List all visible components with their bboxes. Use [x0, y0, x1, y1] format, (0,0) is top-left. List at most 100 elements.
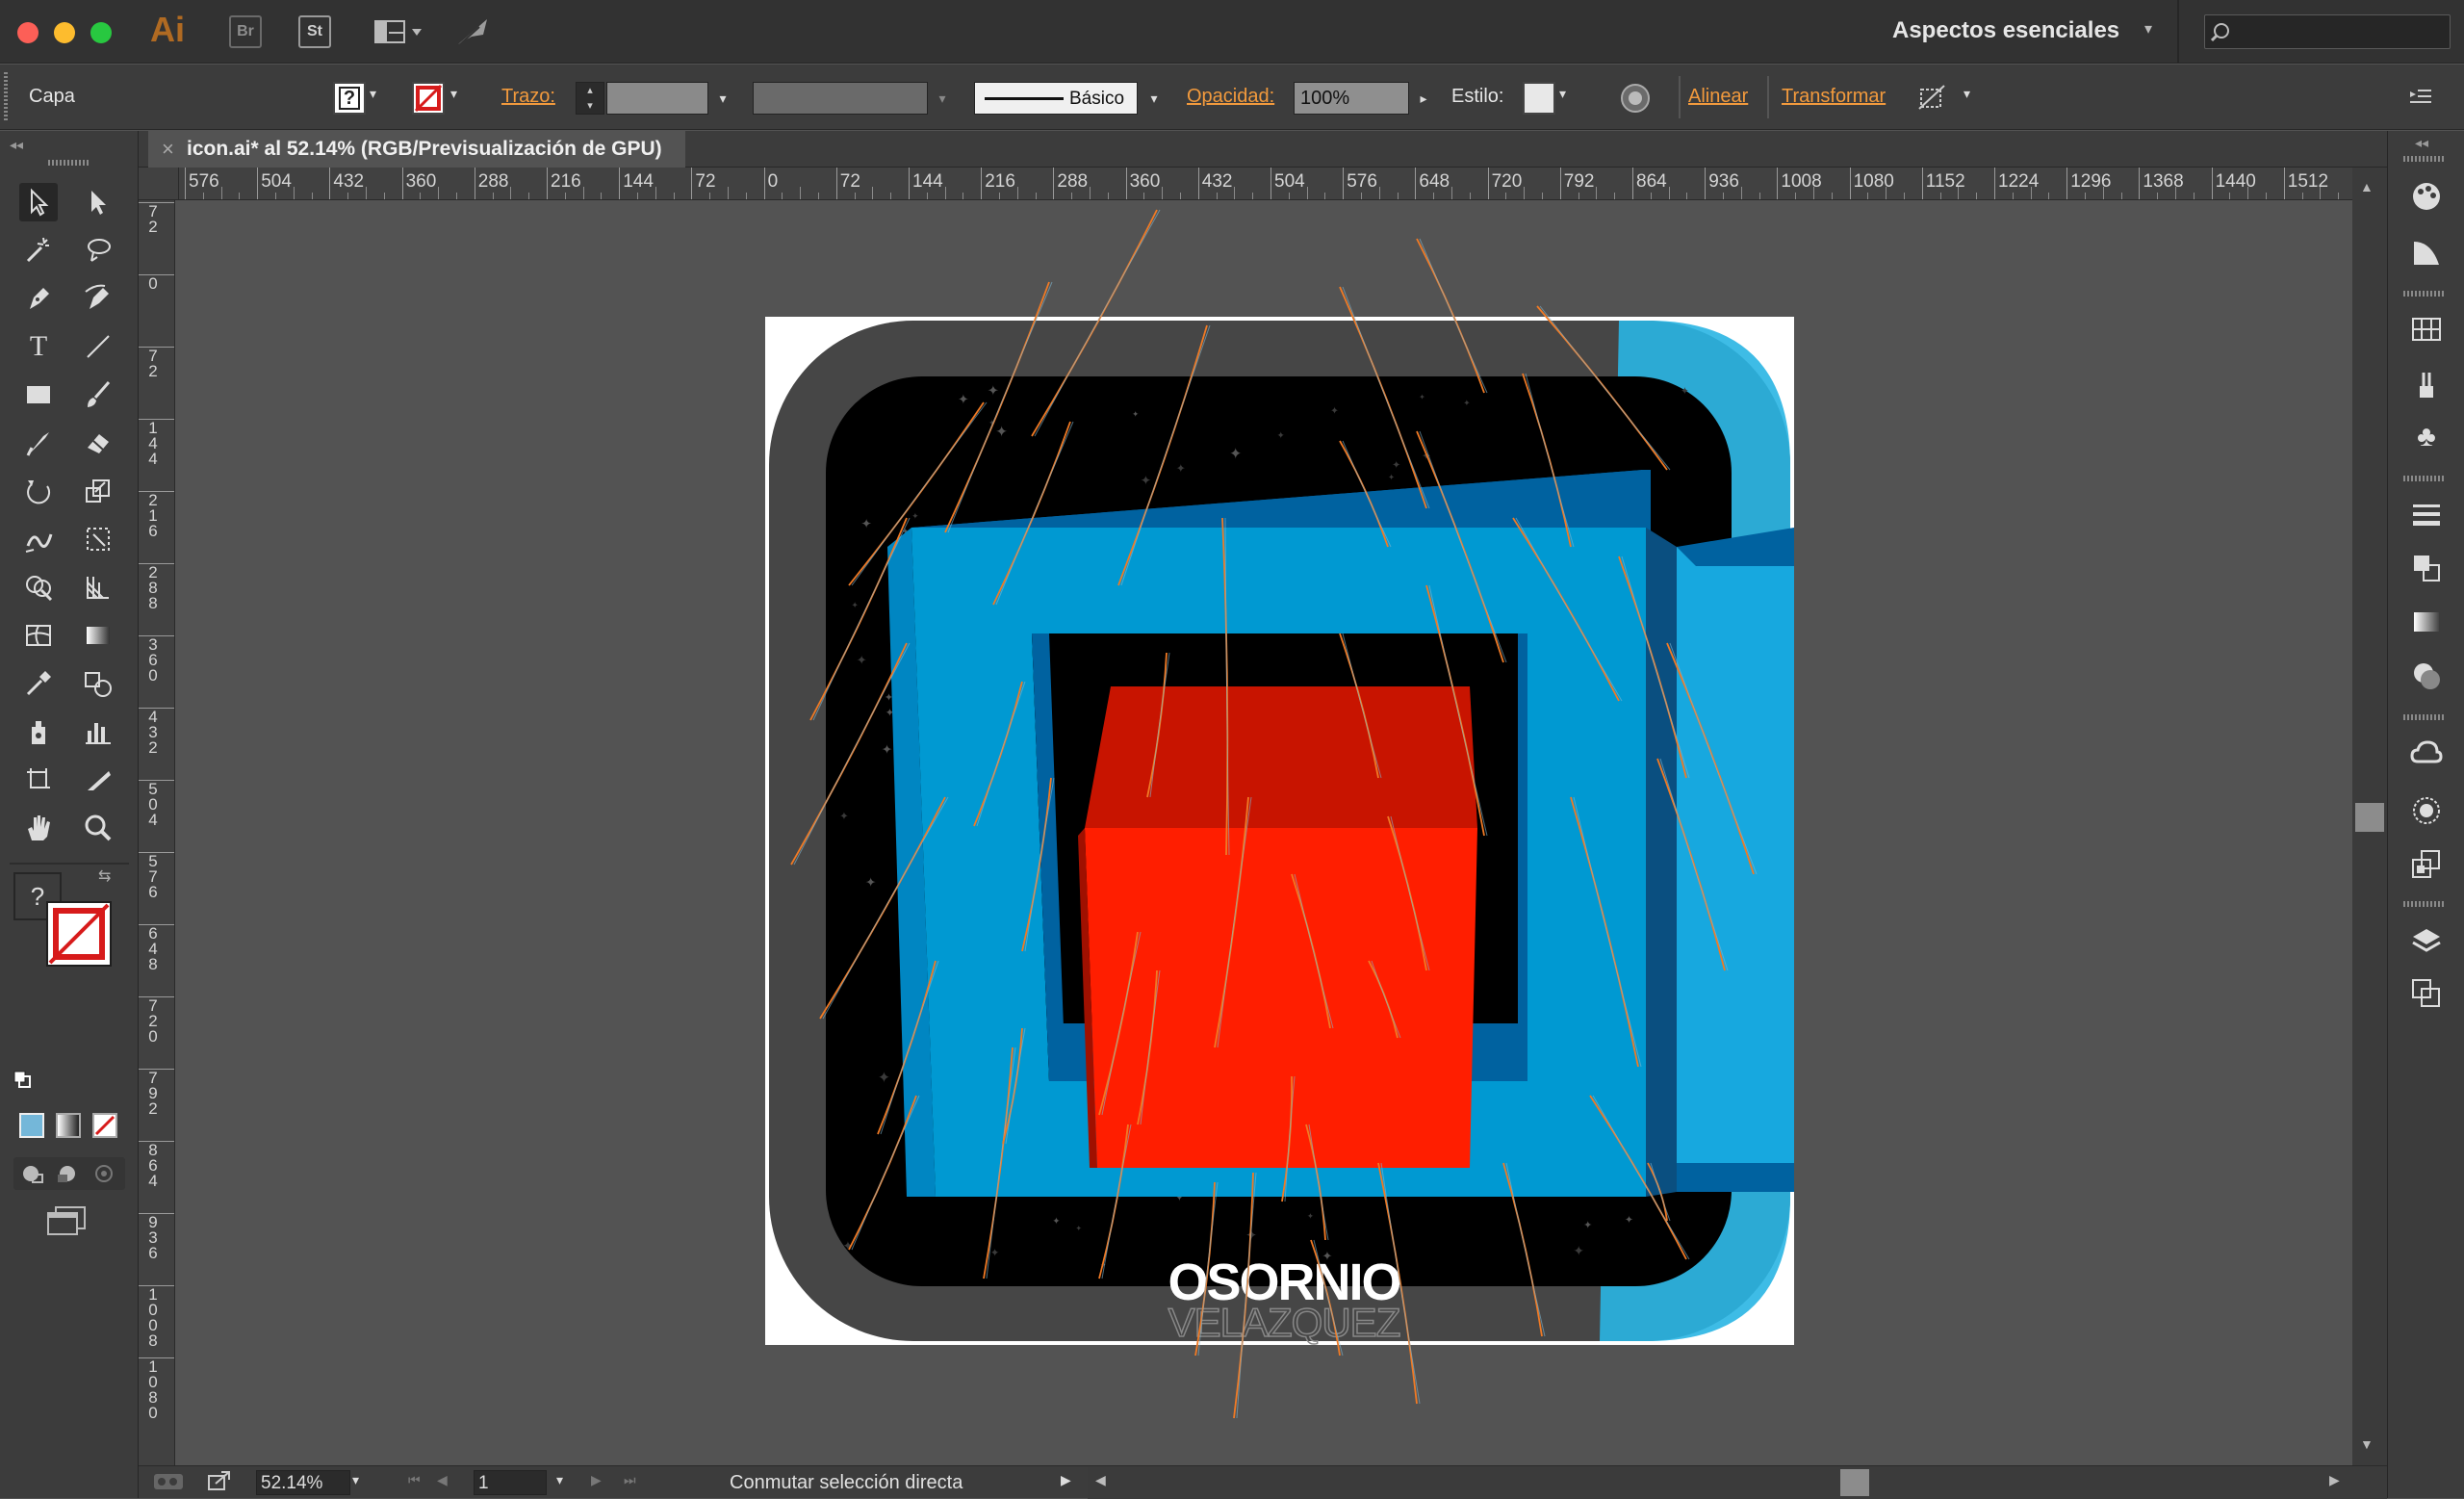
chevron-down-icon[interactable]: ▾ — [370, 86, 376, 102]
status-menu-arrow[interactable]: ▶ — [1061, 1472, 1071, 1488]
transparency-panel-icon[interactable] — [2405, 547, 2448, 589]
horizontal-scrollbar[interactable]: ◀ ▶ — [1088, 1466, 2387, 1499]
draw-inside-icon[interactable] — [92, 1163, 116, 1184]
chevron-down-icon[interactable]: ▾ — [352, 1472, 359, 1488]
scroll-left-icon[interactable]: ◀ — [1095, 1472, 1106, 1488]
horizontal-ruler[interactable]: 576 504 432 360 288 216 144 72 0 72 144 216 288 360 43… — [179, 168, 2352, 200]
pathfinder-panel-icon[interactable] — [2405, 972, 2448, 1015]
free-transform-tool-icon[interactable] — [79, 520, 117, 558]
creative-cloud-libraries-icon[interactable] — [2405, 734, 2448, 776]
column-graph-tool-icon[interactable] — [79, 712, 117, 751]
vertical-scrollbar[interactable]: ▲ ▼ — [2352, 168, 2387, 1465]
scroll-right-icon[interactable]: ▶ — [2329, 1472, 2340, 1488]
close-window-button[interactable] — [17, 22, 38, 43]
shape-builder-tool-icon[interactable] — [19, 568, 58, 607]
stroke-weight-input[interactable] — [606, 82, 708, 115]
direct-selection-tool-icon[interactable] — [79, 183, 117, 221]
chevron-down-icon[interactable]: ▾ — [1559, 86, 1566, 102]
layers-panel-icon[interactable] — [2405, 920, 2448, 963]
ruler-origin[interactable] — [139, 168, 179, 200]
opacity-panel-link[interactable]: Opacidad: — [1187, 86, 1274, 108]
collapse-panel-icon[interactable]: ◂◂ — [10, 137, 23, 153]
mesh-tool-icon[interactable] — [19, 616, 58, 655]
minimize-window-button[interactable] — [54, 22, 75, 43]
scroll-down-icon[interactable]: ▼ — [2360, 1436, 2374, 1452]
close-tab-icon[interactable]: × — [162, 131, 174, 168]
zoom-tool-icon[interactable] — [79, 809, 117, 847]
curvature-tool-icon[interactable] — [79, 279, 117, 318]
artboard-number-input[interactable]: 1 — [474, 1470, 547, 1495]
search-input[interactable] — [2204, 14, 2451, 49]
graphic-style-swatch[interactable] — [1523, 82, 1555, 115]
last-artboard-icon[interactable]: ⏭ — [624, 1472, 636, 1488]
open-in-browser-icon[interactable] — [206, 1470, 233, 1493]
previous-artboard-icon[interactable]: ◀ — [437, 1472, 448, 1488]
chevron-down-icon[interactable]: ▾ — [930, 82, 955, 115]
selection-tool-icon[interactable] — [19, 183, 58, 221]
artboards-panel-icon[interactable] — [2405, 843, 2448, 886]
rotate-tool-icon[interactable] — [19, 472, 58, 510]
default-fill-stroke-icon[interactable] — [13, 1071, 31, 1088]
line-segment-tool-icon[interactable] — [79, 327, 117, 366]
pen-tool-icon[interactable] — [19, 279, 58, 318]
next-artboard-icon[interactable]: ▶ — [591, 1472, 602, 1488]
transform-panel-link[interactable]: Transformar — [1782, 86, 1886, 108]
magic-wand-tool-icon[interactable] — [19, 231, 58, 270]
artboard-tool-icon[interactable] — [19, 761, 58, 799]
document-tab[interactable]: × icon.ai* al 52.14% (RGB/Previsualizaci… — [148, 131, 685, 168]
stroke-swatch[interactable] — [412, 82, 445, 115]
asset-export-icon[interactable] — [2405, 789, 2448, 832]
draw-normal-icon[interactable] — [21, 1163, 44, 1184]
swatches-panel-icon[interactable] — [2405, 308, 2448, 350]
chevron-right-icon[interactable]: ▸ — [1411, 82, 1436, 115]
stroke-panel-link[interactable]: Trazo: — [501, 86, 555, 108]
color-guide-icon[interactable] — [2405, 175, 2448, 218]
swap-fill-stroke-icon[interactable]: ⇆ — [98, 866, 111, 886]
stroke-panel-icon[interactable] — [2405, 493, 2448, 535]
gradient-tool-icon[interactable] — [79, 616, 117, 655]
opacity-input[interactable]: 100% — [1294, 82, 1409, 115]
fill-swatch[interactable]: ? — [333, 82, 366, 115]
lasso-tool-icon[interactable] — [79, 231, 117, 270]
symbol-sprayer-tool-icon[interactable] — [19, 712, 58, 751]
isolate-selection-icon[interactable] — [1915, 82, 1950, 115]
stroke-proxy-swatch[interactable] — [46, 901, 112, 967]
brushes-panel-icon[interactable] — [2405, 364, 2448, 406]
chevron-down-icon[interactable]: ▾ — [710, 82, 735, 115]
arrange-documents-icon[interactable] — [373, 15, 427, 48]
chevron-down-icon[interactable]: ▾ — [1142, 82, 1167, 115]
scale-tool-icon[interactable] — [79, 472, 117, 510]
type-tool-icon[interactable]: T — [19, 327, 58, 366]
shaper-tool-icon[interactable] — [19, 424, 58, 462]
rectangle-tool-icon[interactable] — [19, 375, 58, 414]
warp-tool-icon[interactable] — [19, 520, 58, 558]
scroll-up-icon[interactable]: ▲ — [2360, 179, 2374, 194]
stroke-weight-stepper[interactable]: ▴ ▾ — [576, 82, 604, 115]
perspective-grid-tool-icon[interactable] — [79, 568, 117, 607]
brush-definition-select[interactable]: Básico — [974, 82, 1138, 115]
none-mode-button[interactable] — [92, 1113, 117, 1138]
appearance-panel-icon[interactable] — [2405, 655, 2448, 697]
eraser-tool-icon[interactable] — [79, 424, 117, 462]
chevron-down-icon[interactable]: ▾ — [1964, 86, 1970, 102]
expand-panels-icon[interactable]: ◂◂ — [2415, 135, 2428, 151]
gpu-performance-icon[interactable] — [454, 15, 493, 48]
symbols-panel-icon[interactable]: ♣ — [2405, 416, 2448, 458]
bridge-button[interactable]: Br — [229, 15, 262, 48]
slice-tool-icon[interactable] — [79, 761, 117, 799]
change-screen-mode-icon[interactable] — [46, 1205, 89, 1238]
stock-button[interactable]: St — [298, 15, 331, 48]
gradient-mode-button[interactable] — [56, 1113, 81, 1138]
horizontal-scroll-thumb[interactable] — [1840, 1469, 1869, 1496]
gpu-status-icon[interactable] — [152, 1470, 187, 1493]
canvas-area[interactable]: ✦✦✦✦✦✦✦✦✦✦✦✦✦✦✦✦✦✦✦✦✦✦✦✦✦✦✦✦✦✦✦✦✦✦✦✦✦✦✦✦… — [175, 200, 2352, 1465]
color-mode-button[interactable] — [19, 1113, 44, 1138]
zoom-level-input[interactable]: 52.14% — [256, 1470, 350, 1495]
panel-menu-icon[interactable] — [2406, 84, 2435, 111]
draw-behind-icon[interactable] — [56, 1163, 79, 1184]
chevron-down-icon[interactable]: ▾ — [556, 1472, 563, 1488]
vertical-ruler[interactable]: 7207214421628836043250457664872079286493… — [139, 200, 175, 1465]
gradient-swatch-icon[interactable] — [2405, 601, 2448, 643]
blend-tool-icon[interactable] — [79, 664, 117, 703]
align-panel-link[interactable]: Alinear — [1688, 86, 1748, 108]
